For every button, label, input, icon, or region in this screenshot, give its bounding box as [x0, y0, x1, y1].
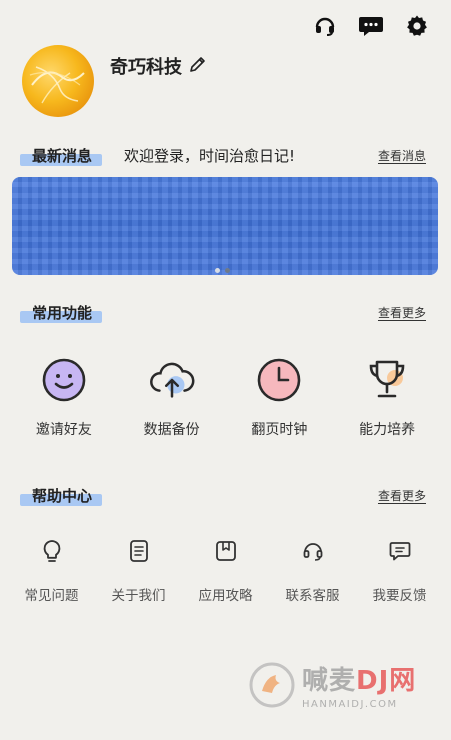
function-label: 翻页时钟: [251, 422, 308, 438]
carousel-dot[interactable]: [215, 268, 220, 273]
functions-grid: 邀请好友 数据备份 翻页时钟 能力培养: [0, 355, 451, 439]
help-label: 常见问题: [24, 588, 79, 604]
username: 奇巧科技: [110, 53, 208, 79]
help-title: 帮助中心: [20, 485, 103, 506]
function-invite-friends[interactable]: 邀请好友: [14, 355, 114, 439]
gear-icon[interactable]: [403, 12, 431, 40]
message-icon: [387, 538, 413, 564]
pencil-icon[interactable]: [188, 54, 208, 79]
cloud-upload-icon: [147, 355, 197, 405]
news-title: 最新消息: [20, 145, 103, 166]
watermark-sub: HANMAIDJ.COM: [302, 699, 398, 710]
top-toolbar: [311, 12, 431, 40]
watermark: 喊麦DJ网 HANMAIDJ.COM: [248, 660, 416, 710]
watermark-logo: [248, 661, 296, 709]
help-label: 我要反馈: [372, 588, 427, 604]
help-feedback[interactable]: 我要反馈: [358, 538, 442, 604]
function-data-backup[interactable]: 数据备份: [122, 355, 222, 439]
headset-icon[interactable]: [311, 12, 339, 40]
help-more-link[interactable]: 查看更多: [378, 487, 426, 504]
headset-icon: [300, 538, 326, 564]
carousel-dot-active[interactable]: [225, 268, 230, 273]
news-message: 欢迎登录，时间治愈日记!: [124, 147, 296, 165]
smiley-icon: [39, 355, 89, 405]
view-messages-link[interactable]: 查看消息: [378, 147, 426, 164]
help-label: 应用攻略: [198, 588, 253, 604]
functions-section-header: 常用功能 查看更多: [20, 302, 426, 323]
bookmark-icon: [213, 538, 239, 564]
document-icon: [126, 538, 152, 564]
help-about-us[interactable]: 关于我们: [97, 538, 181, 604]
news-section-header: 最新消息 欢迎登录，时间治愈日记! 查看消息: [20, 145, 426, 166]
help-grid: 常见问题 关于我们 应用攻略 联系客服 我要反馈: [0, 538, 451, 604]
functions-more-link[interactable]: 查看更多: [378, 304, 426, 321]
function-ability-training[interactable]: 能力培养: [337, 355, 437, 439]
watermark-main: 喊麦DJ网: [302, 666, 417, 696]
profile-header: 奇巧科技: [22, 45, 208, 117]
trophy-icon: [362, 355, 412, 405]
function-label: 能力培养: [359, 422, 416, 438]
help-label: 联系客服: [285, 588, 340, 604]
help-faq[interactable]: 常见问题: [10, 538, 94, 604]
watermark-text: 喊麦DJ网 HANMAIDJ.COM: [302, 660, 416, 710]
carousel-indicator: [215, 268, 230, 273]
function-label: 邀请好友: [35, 422, 92, 438]
profile-name: 奇巧科技: [110, 57, 182, 78]
functions-title: 常用功能: [20, 302, 103, 323]
chat-icon[interactable]: [357, 12, 385, 40]
function-label: 数据备份: [143, 422, 200, 438]
help-label: 关于我们: [111, 588, 166, 604]
clock-icon: [254, 355, 304, 405]
help-section-header: 帮助中心 查看更多: [20, 485, 426, 506]
lightbulb-icon: [39, 538, 65, 564]
help-contact-support[interactable]: 联系客服: [271, 538, 355, 604]
help-app-guide[interactable]: 应用攻略: [184, 538, 268, 604]
banner-carousel[interactable]: [12, 177, 438, 275]
avatar[interactable]: [22, 45, 94, 117]
function-flip-clock[interactable]: 翻页时钟: [229, 355, 329, 439]
